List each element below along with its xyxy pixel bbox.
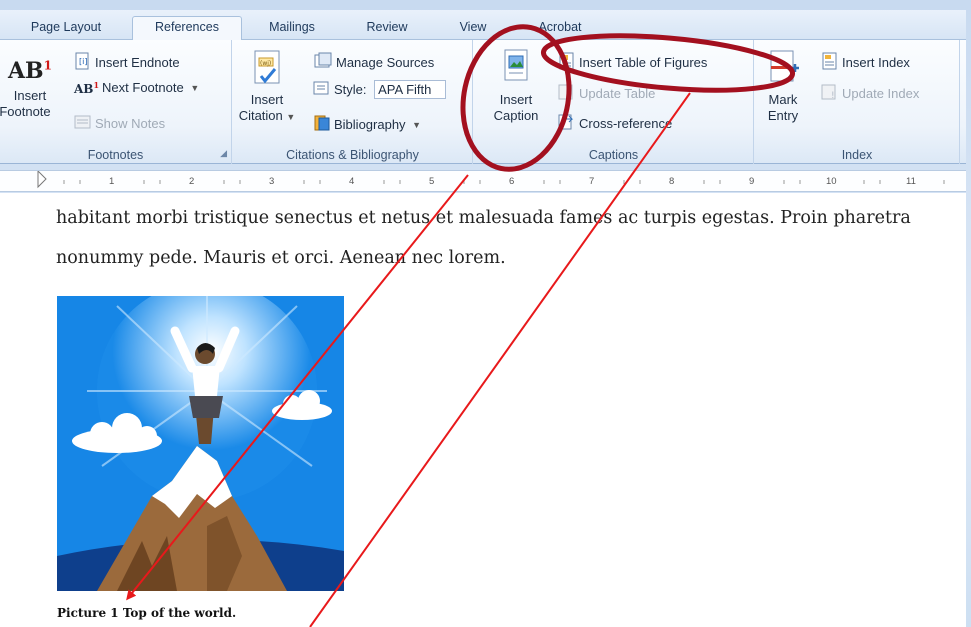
figure-caption[interactable]: Picture 1 Top of the world. [57, 606, 236, 620]
indent-marker-icon [37, 171, 47, 189]
index-group: Mark Entry Insert Index ! Update Index I… [755, 40, 960, 164]
ribbon-tab-strip: Page Layout References Mailings Review V… [0, 10, 966, 41]
captions-group: Insert Caption Insert Table of Figures !… [474, 40, 754, 164]
dialog-launcher-icon[interactable]: ◢ [220, 149, 227, 159]
cross-reference-label: Cross-reference [579, 116, 673, 131]
svg-text:!: ! [568, 91, 572, 100]
insert-footnote-button[interactable]: AB1 Insert Footnote [0, 58, 60, 120]
tab-page-layout[interactable]: Page Layout [14, 17, 118, 40]
insert-index-icon [821, 52, 839, 73]
insert-table-of-figures-label: Insert Table of Figures [579, 55, 708, 70]
citations-bibliography-group: (wj) Insert Citation ▼ Manage Sources St… [233, 40, 473, 164]
citations-group-label: Citations & Bibliography [286, 148, 419, 162]
mark-entry-label-2: Entry [767, 108, 799, 123]
cross-reference-icon [558, 114, 576, 133]
insert-caption-icon [484, 48, 548, 92]
next-footnote-button[interactable]: AB1 Next Footnote ▼ [74, 79, 199, 96]
manage-sources-icon [313, 52, 333, 73]
tab-acrobat[interactable]: Acrobat [525, 17, 595, 40]
show-notes-button[interactable]: Show Notes [74, 114, 165, 133]
show-notes-icon [74, 114, 92, 133]
insert-citation-label: Insert [250, 92, 284, 107]
manage-sources-button[interactable]: Manage Sources [313, 52, 434, 73]
captions-group-label: Captions [588, 148, 639, 162]
ruler-number: 2 [189, 176, 195, 187]
body-text-line[interactable]: habitant morbi tristique senectus et net… [56, 208, 911, 228]
bibliography-label: Bibliography [334, 117, 406, 132]
insert-footnote-label-2: Footnote [0, 104, 51, 120]
footnotes-group: AB1 Insert Footnote [i] Insert Endnote A… [0, 40, 232, 164]
insert-caption-label-2: Caption [493, 108, 539, 123]
footnotes-group-label: Footnotes [87, 148, 144, 162]
ruler-number: 3 [269, 176, 275, 187]
bibliography-button[interactable]: Bibliography ▼ [313, 114, 421, 135]
mark-entry-button[interactable]: Mark Entry [757, 48, 809, 124]
style-icon [313, 80, 331, 99]
ruler-number: 7 [589, 176, 595, 187]
body-text-line[interactable]: nonummy pede. Mauris et orci. Aenean nec… [56, 248, 506, 268]
update-index-label: Update Index [842, 86, 920, 101]
insert-table-of-figures-button[interactable]: Insert Table of Figures [558, 52, 707, 73]
insert-citation-label-2: Citation ▼ [238, 108, 296, 123]
mountain-clipart-image[interactable] [57, 281, 344, 591]
insert-citation-icon: (wj) [235, 48, 299, 92]
update-table-button[interactable]: ! Update Table [558, 84, 655, 103]
svg-text:[i]: [i] [79, 57, 87, 66]
word-window: Page Layout References Mailings Review V… [0, 0, 971, 627]
svg-text:!: ! [831, 91, 835, 100]
insert-index-button[interactable]: Insert Index [821, 52, 910, 73]
mark-entry-icon [757, 48, 809, 92]
update-index-icon: ! [821, 84, 839, 103]
update-index-button[interactable]: ! Update Index [821, 84, 919, 103]
insert-endnote-button[interactable]: [i] Insert Endnote [74, 52, 180, 73]
update-table-icon: ! [558, 84, 576, 103]
insert-footnote-icon: AB1 [7, 58, 53, 85]
ruler-number: 11 [906, 176, 916, 187]
style-label: Style: [334, 82, 367, 97]
document-page[interactable]: habitant morbi tristique senectus et net… [0, 193, 966, 627]
tab-mailings[interactable]: Mailings [252, 17, 332, 40]
ruler-number: 4 [349, 176, 355, 187]
chevron-down-icon: ▼ [412, 119, 422, 130]
insert-index-label: Insert Index [842, 55, 910, 70]
ruler-number: 6 [509, 176, 515, 187]
ruler-ticks [37, 171, 945, 189]
tab-review[interactable]: Review [352, 17, 422, 40]
insert-endnote-icon: [i] [74, 52, 92, 73]
references-ribbon: AB1 Insert Footnote [i] Insert Endnote A… [0, 40, 966, 164]
ruler-number: 10 [826, 176, 837, 187]
tab-view[interactable]: View [448, 17, 498, 40]
insert-footnote-label: Insert [13, 88, 47, 104]
next-footnote-icon: AB1 [74, 79, 100, 96]
svg-text:(wj): (wj) [260, 60, 271, 67]
horizontal-ruler[interactable]: 1 2 3 4 5 6 7 8 9 10 11 12 13 14 15 [0, 170, 966, 192]
ruler-number: 9 [749, 176, 755, 187]
bibliography-icon [313, 114, 331, 135]
chevron-down-icon: ▼ [190, 83, 200, 93]
chevron-down-icon: ▼ [286, 112, 296, 122]
tab-references[interactable]: References [132, 16, 242, 41]
show-notes-label: Show Notes [95, 116, 166, 131]
ruler-number: 5 [429, 176, 435, 187]
manage-sources-label: Manage Sources [336, 55, 435, 70]
next-footnote-label: Next Footnote [102, 80, 184, 96]
mark-entry-label: Mark [768, 92, 798, 107]
table-of-figures-icon [558, 52, 576, 73]
update-table-label: Update Table [579, 86, 656, 101]
insert-caption-button[interactable]: Insert Caption [484, 48, 548, 124]
insert-caption-label: Insert [499, 92, 533, 107]
citation-style-dropdown[interactable]: Style: APA Fifth [313, 80, 447, 99]
insert-citation-button[interactable]: (wj) Insert Citation ▼ [235, 48, 299, 125]
ruler-number: 1 [109, 176, 115, 187]
insert-endnote-label: Insert Endnote [95, 55, 180, 70]
index-group-label: Index [841, 148, 873, 162]
style-select[interactable]: APA Fifth [374, 80, 447, 99]
ruler-number: 8 [669, 176, 675, 187]
cross-reference-button[interactable]: Cross-reference [558, 114, 672, 133]
